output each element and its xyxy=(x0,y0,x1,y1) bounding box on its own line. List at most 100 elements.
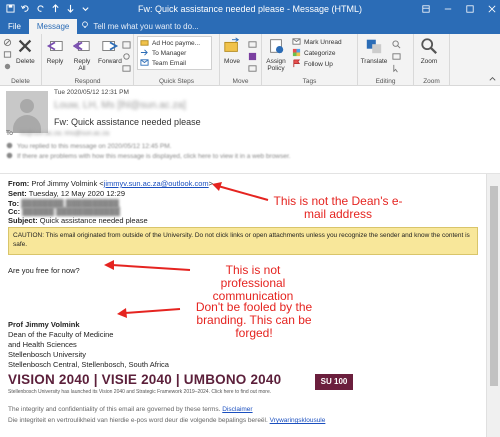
reply-all-label: Reply All xyxy=(73,58,91,72)
actions-button[interactable] xyxy=(248,64,257,75)
avatar xyxy=(6,91,48,133)
quick-step-team-email-label: Team Email xyxy=(152,60,186,67)
delete-x-icon xyxy=(16,37,34,58)
close-icon[interactable] xyxy=(488,0,496,18)
editing-group: Translate Editing xyxy=(358,34,414,86)
rules-icon xyxy=(248,40,257,51)
quick-step-team-email[interactable]: Team Email xyxy=(140,58,186,69)
follow-up-label: Follow Up xyxy=(304,61,333,68)
move-group-label: Move xyxy=(232,78,249,85)
reply-button[interactable]: Reply xyxy=(46,37,64,65)
cleanup-button[interactable] xyxy=(3,50,12,61)
redo-icon[interactable] xyxy=(36,0,45,18)
categorize-label: Categorize xyxy=(304,50,336,57)
im-button[interactable] xyxy=(122,52,131,63)
forward-button[interactable]: Forward xyxy=(98,37,122,65)
info-replied-text: You replied to this message on 2020/05/1… xyxy=(17,143,172,150)
sent-line: Sent: Tuesday, 12 May 2020 12:29 xyxy=(8,189,125,198)
body-subject-value: Quick assistance needed please xyxy=(39,216,148,225)
delete-group-label: Delete xyxy=(11,78,30,85)
ribbon-tabs: File Message Tell me what you want to do… xyxy=(0,17,500,34)
translate-button[interactable]: Translate xyxy=(360,37,388,65)
annotation-not-professional: This is not professional communication xyxy=(212,263,294,303)
quick-step-ad-hoc-label: Ad Hoc payme... xyxy=(152,40,201,47)
quick-access-toolbar xyxy=(6,0,90,18)
junk-button[interactable] xyxy=(3,62,12,73)
annotation-not-deans-email: This is not the Dean's e-mail address xyxy=(273,194,403,221)
from-close: > xyxy=(208,179,214,188)
tab-file[interactable]: File xyxy=(0,19,29,34)
signature-line-4: Stellenbosch Central, Stellenbosch, Sout… xyxy=(8,360,169,369)
onenote-button[interactable] xyxy=(248,52,257,63)
assign-policy-label: Assign Policy xyxy=(266,58,286,72)
to-recipients[interactable]: lhl@sun.ac.za; ims@sun.ac.za xyxy=(20,130,109,137)
im-icon xyxy=(122,52,131,63)
from-email-link[interactable]: jimmyv.sun.ac.za@outlook.com xyxy=(104,179,209,188)
junk-icon xyxy=(3,62,12,73)
minimize-icon[interactable] xyxy=(444,0,452,18)
policy-icon xyxy=(267,37,285,58)
envelope-icon xyxy=(292,37,301,48)
reply-all-button[interactable]: Reply All xyxy=(70,37,94,72)
related-button[interactable] xyxy=(392,52,401,63)
message-date: Tue 2020/05/12 12:31 PM xyxy=(54,89,129,96)
up-arrow-icon[interactable] xyxy=(51,0,60,18)
more-icon xyxy=(122,64,131,75)
select-button[interactable] xyxy=(392,64,401,75)
assign-policy-button[interactable]: Assign Policy xyxy=(264,37,288,72)
maximize-icon[interactable] xyxy=(466,0,474,18)
down-arrow-icon[interactable] xyxy=(66,0,75,18)
actions-icon xyxy=(248,64,257,75)
ignore-button[interactable] xyxy=(3,38,12,49)
meeting-button[interactable] xyxy=(122,40,131,51)
zoom-label: Zoom xyxy=(420,58,438,65)
mark-unread-button[interactable]: Mark Unread xyxy=(292,37,342,48)
rules-button[interactable] xyxy=(248,40,257,51)
quick-step-to-manager-label: To Manager xyxy=(152,50,187,57)
tags-group: Assign Policy Mark Unread Categorize Fol… xyxy=(262,34,358,86)
message-subject: Fw: Quick assistance needed please xyxy=(54,117,201,127)
vision-2040-banner[interactable]: VISION 2040 | VISIE 2040 | UMBONO 2040 S… xyxy=(8,372,353,400)
caution-banner: CAUTION: This email originated from outs… xyxy=(8,227,478,255)
reply-icon xyxy=(46,37,64,58)
question-text: Are you free for now? xyxy=(8,266,80,275)
signature-line-1: Dean of the Faculty of Medicine xyxy=(8,330,114,339)
tags-group-label: Tags xyxy=(302,78,317,85)
meeting-icon xyxy=(122,40,131,51)
customize-chevron-icon[interactable] xyxy=(81,0,90,18)
more-respond-button[interactable] xyxy=(122,64,131,75)
save-icon[interactable] xyxy=(6,0,15,18)
tab-message[interactable]: Message xyxy=(28,19,78,34)
vertical-scrollbar[interactable] xyxy=(486,174,500,437)
forward-icon xyxy=(101,37,119,58)
categorize-button[interactable]: Categorize xyxy=(292,48,335,59)
move-label: Move xyxy=(224,58,240,65)
follow-up-button[interactable]: Follow Up xyxy=(292,59,333,70)
find-button[interactable] xyxy=(392,40,401,51)
delete-button[interactable]: Delete xyxy=(16,37,35,65)
annotation-branding-forged: Don't be fooled by the branding. This ca… xyxy=(195,300,313,340)
undo-icon[interactable] xyxy=(21,0,30,18)
magnifier-icon xyxy=(420,37,438,58)
info-display[interactable]: If there are problems with how this mess… xyxy=(6,152,290,161)
delete-label: Delete xyxy=(16,58,35,65)
ribbon-display-icon[interactable] xyxy=(422,0,430,18)
tell-me-box[interactable]: Tell me what you want to do... xyxy=(81,19,199,34)
zoom-button[interactable]: Zoom xyxy=(420,37,438,65)
disclaimer-link[interactable]: Disclaimer xyxy=(222,406,252,413)
from-label: From: xyxy=(8,179,30,188)
sender-name[interactable]: Louw, LH, Ms [lhl@sun.ac.za] xyxy=(54,100,186,111)
collapse-ribbon-button[interactable] xyxy=(488,74,497,85)
disclaimer-en-text: The integrity and confidentiality of thi… xyxy=(8,406,223,413)
move-button[interactable]: Move xyxy=(223,37,241,65)
ignore-icon xyxy=(3,38,12,49)
find-icon xyxy=(392,40,401,51)
info-icon xyxy=(6,152,13,161)
reply-all-icon xyxy=(72,37,91,58)
delete-group: Delete Delete xyxy=(0,34,42,86)
vrywaringsklousule-link[interactable]: Vrywaringsklousule xyxy=(270,417,326,424)
mark-unread-label: Mark Unread xyxy=(304,39,342,46)
cc-label: Cc: xyxy=(8,207,21,216)
editing-group-label: Editing xyxy=(375,78,396,85)
scrollbar-thumb[interactable] xyxy=(490,186,498,386)
